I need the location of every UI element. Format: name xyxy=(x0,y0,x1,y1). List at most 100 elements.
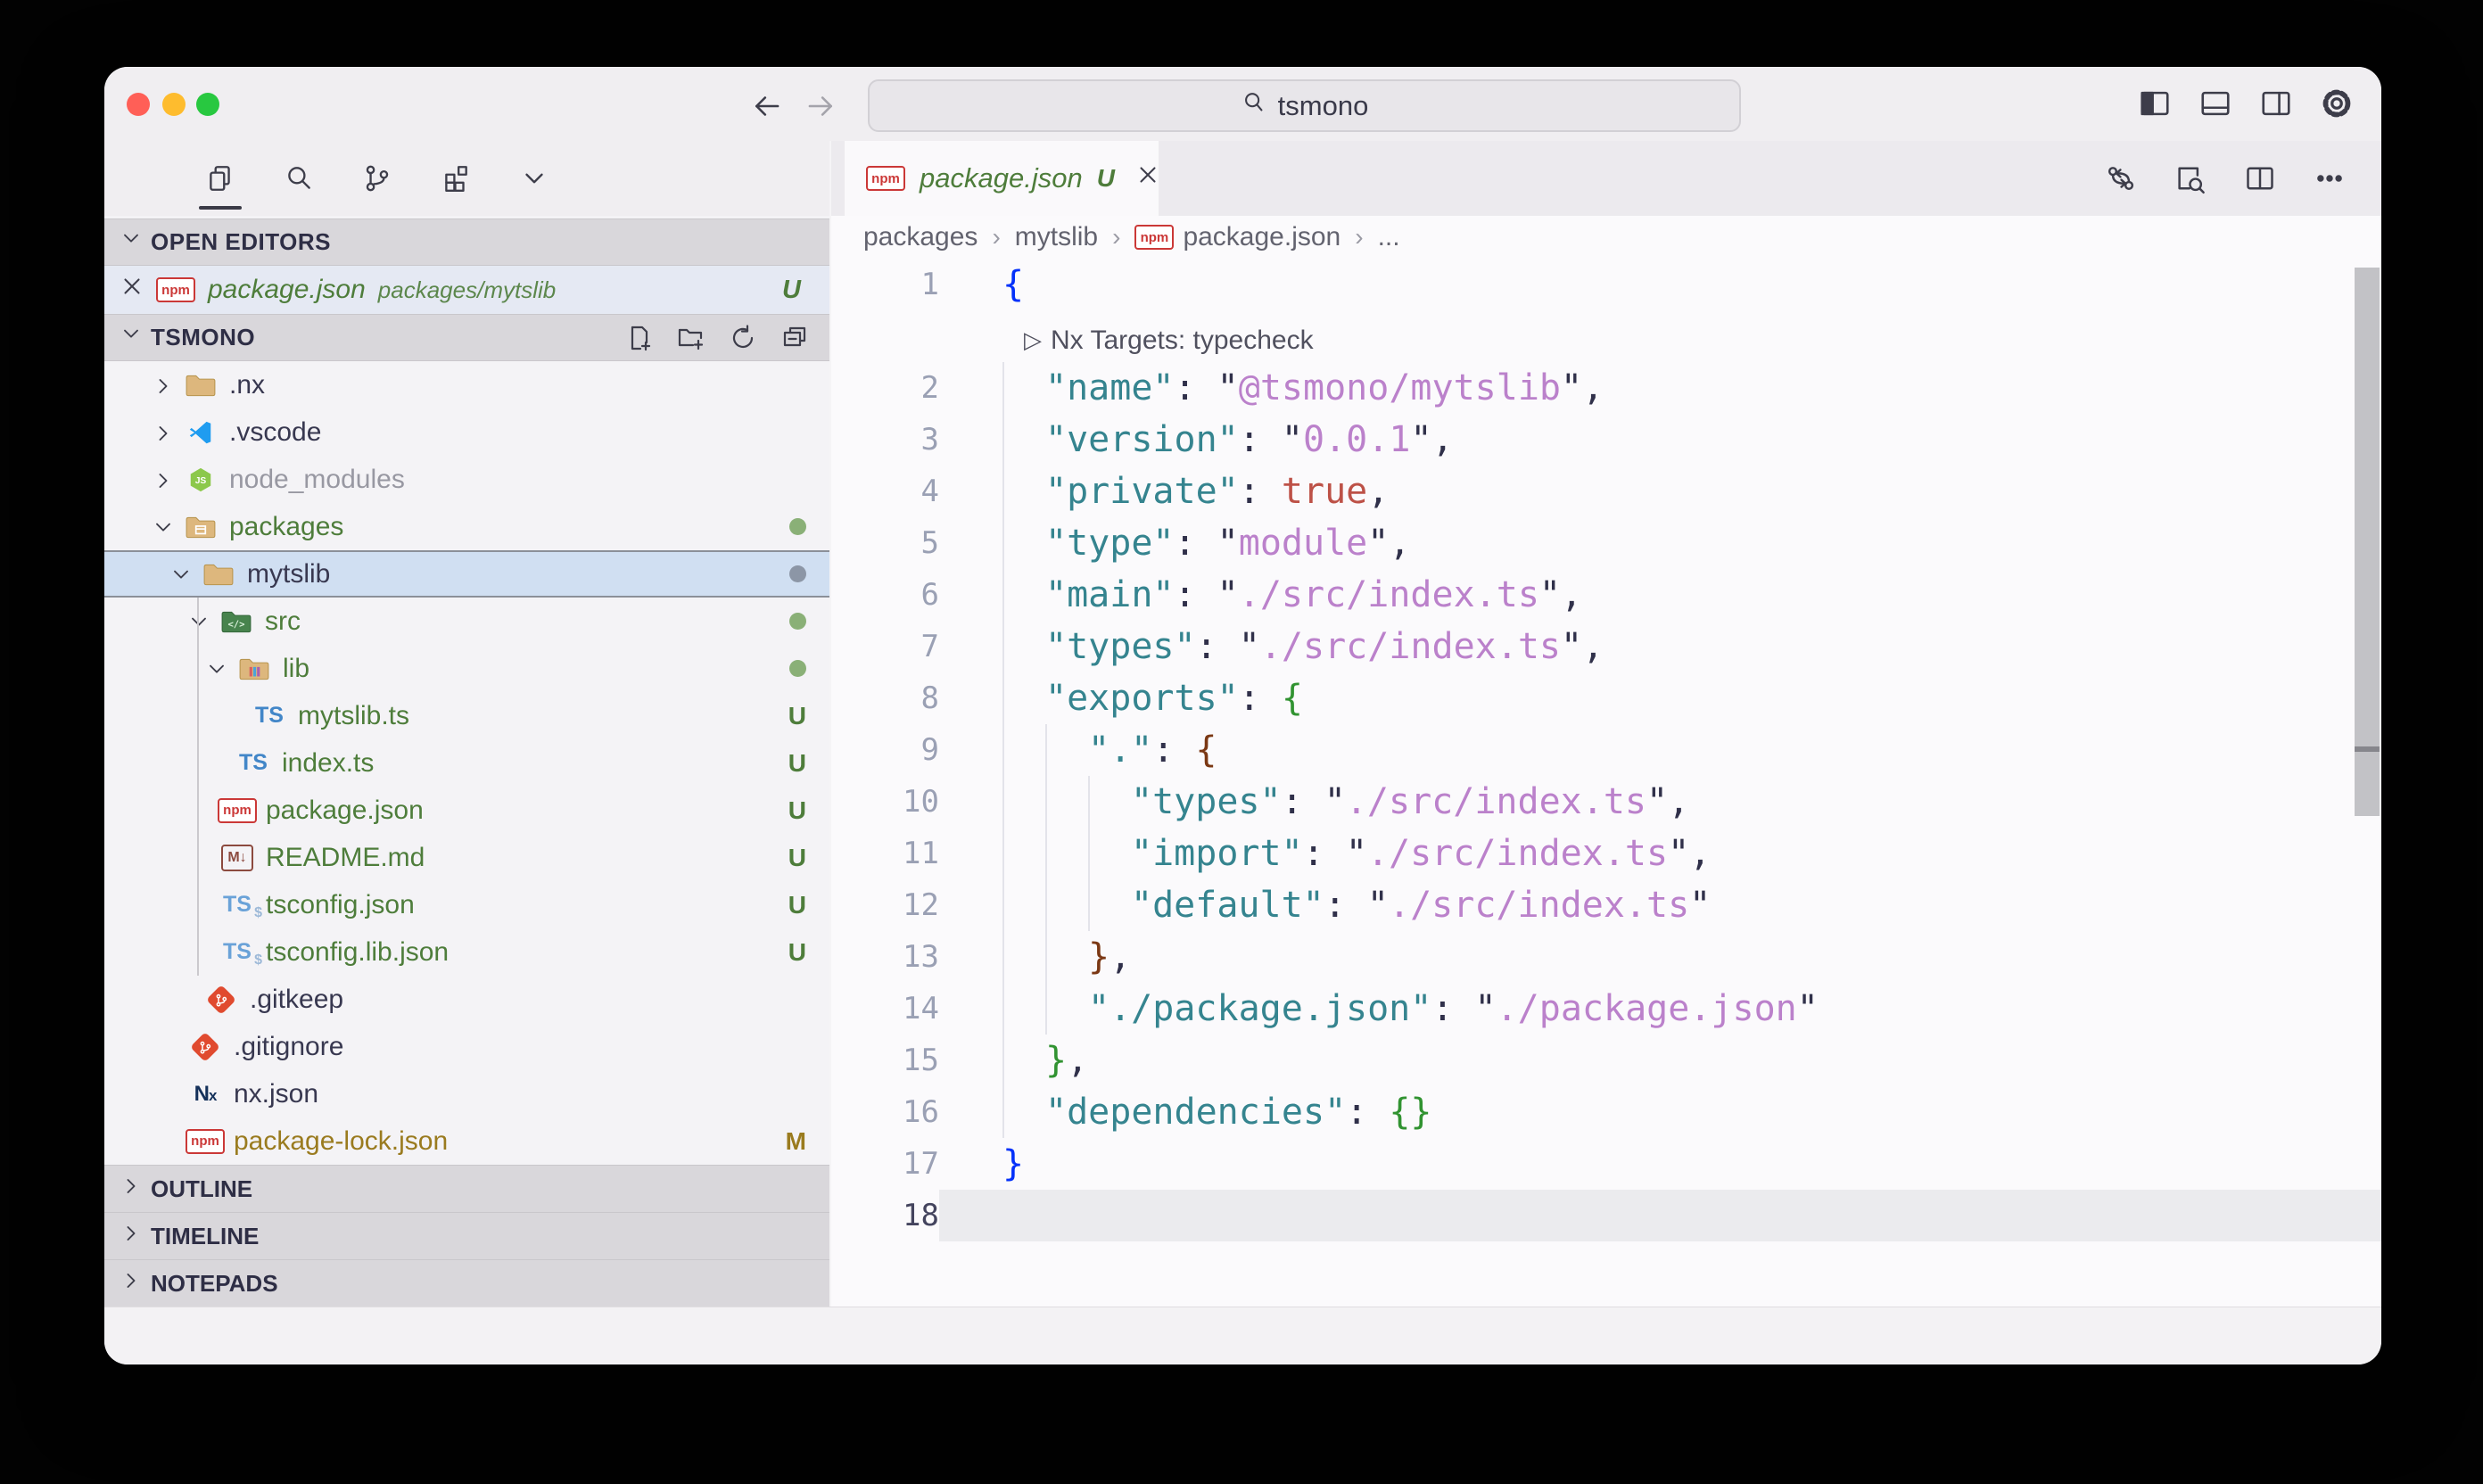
code-token: "version" xyxy=(1045,419,1239,460)
tree-item-node-modules[interactable]: JSnode_modules xyxy=(104,456,829,503)
line-number: 6 xyxy=(831,569,939,621)
code-line-5[interactable]: 5"type": "module", xyxy=(831,517,2381,569)
activity-search-icon[interactable] xyxy=(268,147,329,210)
code-line-4[interactable]: 4"private": true, xyxy=(831,466,2381,517)
indent-guide xyxy=(1045,879,1088,931)
breadcrumb-item-mytslib[interactable]: mytslib xyxy=(1015,222,1098,252)
code-line-7[interactable]: 7"types": "./src/index.ts", xyxy=(831,621,2381,672)
code-line-10[interactable]: 10"types": "./src/index.ts", xyxy=(831,776,2381,828)
scrollbar-slider-tail[interactable] xyxy=(2355,752,2380,816)
code-token: } xyxy=(1088,936,1110,977)
modified-dot xyxy=(789,613,806,630)
panel-timeline[interactable]: TIMELINE xyxy=(104,1212,829,1259)
tab-package-json[interactable]: npmpackage.jsonU xyxy=(845,141,1159,216)
code-line-15[interactable]: 15}, xyxy=(831,1035,2381,1086)
breadcrumb-item-packages[interactable]: packages xyxy=(863,222,978,252)
layout-panel-icon[interactable] xyxy=(2198,86,2233,121)
panel-outline[interactable]: OUTLINE xyxy=(104,1165,829,1212)
activity-files-icon[interactable] xyxy=(190,147,251,210)
breadcrumb-item-packagejson[interactable]: npmpackage.json xyxy=(1134,222,1340,252)
forward-arrow-icon[interactable] xyxy=(802,87,841,126)
code-line-17[interactable]: 17} xyxy=(831,1138,2381,1190)
ts-icon: TS xyxy=(253,702,285,730)
close-icon[interactable] xyxy=(1134,161,1161,195)
code-line-16[interactable]: 16"dependencies": {} xyxy=(831,1086,2381,1138)
refresh-icon[interactable] xyxy=(728,323,758,353)
code-line-13[interactable]: 13}, xyxy=(831,931,2381,983)
tree-item-package-lock-json[interactable]: npmpackage-lock.jsonM xyxy=(104,1117,829,1165)
breadcrumb: packages›mytslib›npmpackage.json›... xyxy=(831,216,2381,259)
tree-item-packages[interactable]: packages xyxy=(104,503,829,550)
open-changes-icon[interactable] xyxy=(2103,161,2139,196)
code-line-18[interactable]: 18 xyxy=(831,1190,2381,1241)
code-line-12[interactable]: 12"default": "./src/index.ts" xyxy=(831,879,2381,931)
settings-gear-icon[interactable] xyxy=(2319,86,2355,121)
tree-item-mytslib-ts[interactable]: TSmytslib.tsU xyxy=(104,692,829,739)
tree-item-package-json[interactable]: npmpackage.jsonU xyxy=(104,787,829,834)
explorer-header[interactable]: TSMONO xyxy=(104,314,829,361)
breadcrumb-item-[interactable]: ... xyxy=(1378,222,1400,252)
collapse-all-icon[interactable] xyxy=(780,323,810,353)
new-folder-icon[interactable] xyxy=(676,323,706,353)
code-line-11[interactable]: 11"import": "./src/index.ts", xyxy=(831,828,2381,879)
command-center-search[interactable]: tsmono xyxy=(868,79,1741,132)
indent-guide xyxy=(1002,724,1045,776)
activity-chevron-down-icon[interactable] xyxy=(504,147,565,210)
folder-packages-icon xyxy=(185,513,217,541)
code-token: , xyxy=(1067,1040,1088,1081)
code-line-content: "dependencies": {} xyxy=(939,1086,2381,1138)
code-line-9[interactable]: 9".": { xyxy=(831,724,2381,776)
tree-item-vscode[interactable]: .vscode xyxy=(104,408,829,456)
codelens-nx-targets[interactable]: ▷Nx Targets: typecheck xyxy=(1024,315,1314,367)
open-preview-icon[interactable] xyxy=(2173,161,2208,196)
open-editor-item[interactable]: npmpackage.jsonpackages/mytslibU xyxy=(104,266,829,314)
indent-guide xyxy=(1088,879,1131,931)
code-line-8[interactable]: 8"exports": { xyxy=(831,672,2381,724)
open-editors-header[interactable]: OPEN EDITORS xyxy=(104,218,829,266)
tree-item-gitkeep[interactable]: .gitkeep xyxy=(104,976,829,1023)
traffic-light-maximize[interactable] xyxy=(196,93,219,116)
code-line-6[interactable]: 6"main": "./src/index.ts", xyxy=(831,569,2381,621)
code-line-1[interactable]: 1{ xyxy=(831,259,2381,310)
traffic-light-minimize[interactable] xyxy=(162,93,186,116)
tree-item-decoration: U xyxy=(788,796,806,825)
layout-sidebar-right-icon[interactable] xyxy=(2258,86,2294,121)
code-line-2[interactable]: 2"name": "@tsmono/mytslib", xyxy=(831,362,2381,414)
back-arrow-icon[interactable] xyxy=(747,87,786,126)
tree-item-index-ts[interactable]: TSindex.tsU xyxy=(104,739,829,787)
codelens-row[interactable]: ▷Nx Targets: typecheck xyxy=(831,310,2381,362)
close-icon[interactable] xyxy=(119,273,145,307)
code-line-3[interactable]: 3"version": "0.0.1", xyxy=(831,414,2381,466)
tree-item-tsconfig-lib-json[interactable]: TStsconfig.lib.jsonU xyxy=(104,928,829,976)
indent-guide xyxy=(1002,569,1045,621)
tree-item-readme-md[interactable]: M↓README.mdU xyxy=(104,834,829,881)
code-token: , xyxy=(1582,367,1604,408)
run-icon: ▷ xyxy=(1024,315,1042,367)
tree-item-label: .nx xyxy=(229,370,265,400)
tree-item-nx-json[interactable]: Nxnx.json xyxy=(104,1070,829,1117)
tree-item-nx[interactable]: .nx xyxy=(104,361,829,408)
tree-item-lib[interactable]: lib xyxy=(104,645,829,692)
code-editor[interactable]: 1{▷Nx Targets: typecheck2"name": "@tsmon… xyxy=(831,259,2381,1307)
code-line-14[interactable]: 14"./package.json": "./package.json" xyxy=(831,983,2381,1035)
activity-extensions-icon[interactable] xyxy=(425,147,486,210)
tab-dirty-badge: U xyxy=(1097,164,1115,193)
layout-sidebar-left-icon[interactable] xyxy=(2137,86,2173,121)
npm-icon: npm xyxy=(189,1127,221,1156)
code-token: , xyxy=(1668,781,1689,822)
line-number: 15 xyxy=(831,1035,939,1086)
activity-source-control-icon[interactable] xyxy=(347,147,408,210)
tree-item-label: index.ts xyxy=(282,748,374,779)
new-file-icon[interactable] xyxy=(624,323,655,353)
scrollbar-slider[interactable] xyxy=(2355,268,2380,746)
traffic-light-close[interactable] xyxy=(127,93,150,116)
titlebar[interactable]: tsmono xyxy=(104,67,2381,141)
tree-item-mytslib[interactable]: mytslib xyxy=(104,550,829,598)
more-actions-icon[interactable] xyxy=(2312,161,2347,196)
split-editor-icon[interactable] xyxy=(2242,161,2278,196)
tree-item-src[interactable]: </>src xyxy=(104,598,829,645)
git-status-badge: U xyxy=(782,276,801,305)
tree-item-gitignore[interactable]: .gitignore xyxy=(104,1023,829,1070)
panel-notepads[interactable]: NOTEPADS xyxy=(104,1259,829,1307)
tree-item-tsconfig-json[interactable]: TStsconfig.jsonU xyxy=(104,881,829,928)
